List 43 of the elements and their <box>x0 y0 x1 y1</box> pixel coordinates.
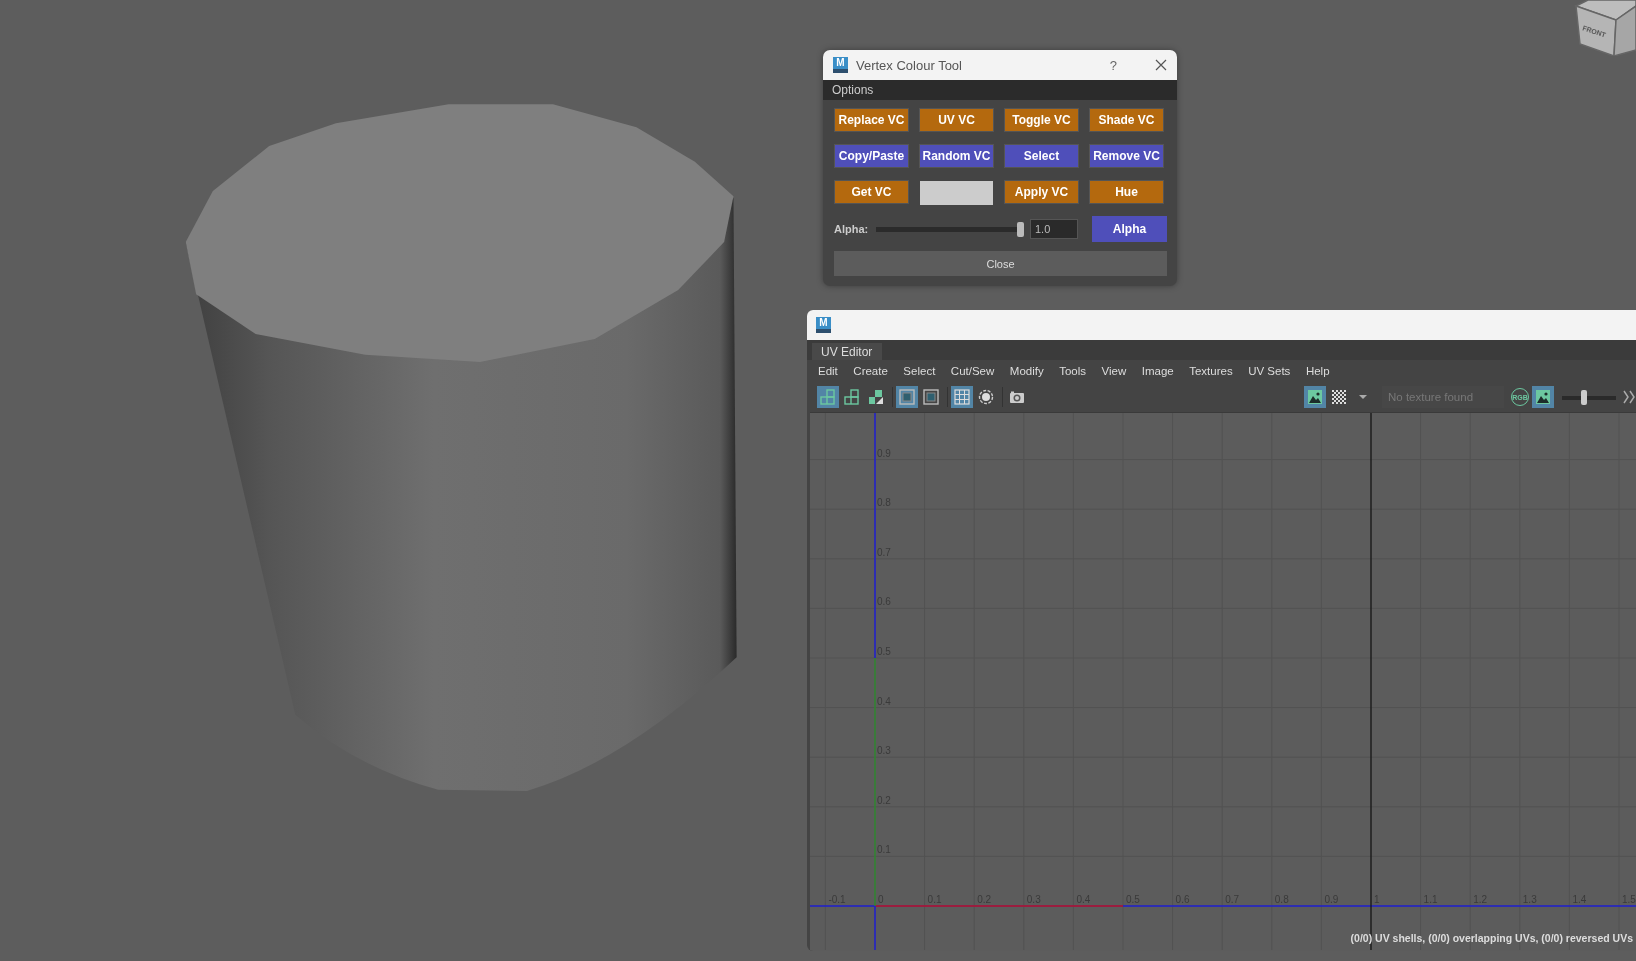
tool-button[interactable]: Random VC <box>919 144 994 168</box>
menu-item[interactable]: Modify <box>1009 365 1044 377</box>
menu-item[interactable]: Help <box>1305 365 1330 377</box>
tool-button[interactable]: Get VC <box>834 180 909 204</box>
menu-item[interactable]: Select <box>903 365 936 377</box>
tool-button[interactable]: UV VC <box>919 108 994 132</box>
menu-item[interactable]: Edit <box>818 365 838 377</box>
panel-tab[interactable]: UV Editor <box>812 343 883 360</box>
alpha-button[interactable]: Alpha <box>1092 216 1167 242</box>
alpha-field[interactable]: 1.0 <box>1030 219 1078 239</box>
v-axis <box>874 905 876 950</box>
menu-item[interactable]: Tools <box>1059 365 1087 377</box>
menu-item[interactable]: Textures <box>1189 365 1233 377</box>
image-icon[interactable] <box>1532 386 1554 408</box>
image-icon[interactable] <box>1304 386 1326 408</box>
colour-swatch[interactable] <box>920 181 993 205</box>
expand-icon[interactable] <box>1622 389 1636 405</box>
alpha-label: Alpha: <box>834 223 870 235</box>
close-icon[interactable] <box>1155 59 1167 71</box>
slider-thumb[interactable] <box>1017 221 1024 237</box>
menu-item[interactable]: View <box>1101 365 1127 377</box>
frame-icon[interactable] <box>920 386 942 408</box>
tool-button[interactable]: Copy/Paste <box>834 144 909 168</box>
app-logo-icon: M <box>833 57 848 73</box>
tool-button[interactable]: Hue <box>1089 180 1164 204</box>
tool-button[interactable]: Shade VC <box>1089 108 1164 132</box>
tool-button[interactable]: Toggle VC <box>1004 108 1079 132</box>
tool-button[interactable]: Remove VC <box>1089 144 1164 168</box>
menu-item[interactable]: UV Sets <box>1248 365 1291 377</box>
tool-button[interactable]: Select <box>1004 144 1079 168</box>
slider-thumb[interactable] <box>1581 389 1588 405</box>
frame-icon[interactable] <box>896 386 918 408</box>
menu-item[interactable]: Image <box>1141 365 1174 377</box>
menu-item[interactable]: Options <box>832 83 874 97</box>
help-button[interactable]: ? <box>1109 57 1117 73</box>
tool-button[interactable]: Apply VC <box>1004 180 1079 204</box>
menu-item[interactable]: Cut/Sew <box>950 365 995 377</box>
close-button[interactable]: Close <box>834 251 1167 276</box>
app-logo-icon: M <box>816 317 831 333</box>
status-text: (0/0) UV shells, (0/0) overlapping UVs, (0/0) reversed UVs <box>1350 932 1633 944</box>
tool-button[interactable]: Replace VC <box>834 108 909 132</box>
window-title: Vertex Colour Tool <box>856 57 963 73</box>
menu-item[interactable]: Create <box>853 365 888 377</box>
